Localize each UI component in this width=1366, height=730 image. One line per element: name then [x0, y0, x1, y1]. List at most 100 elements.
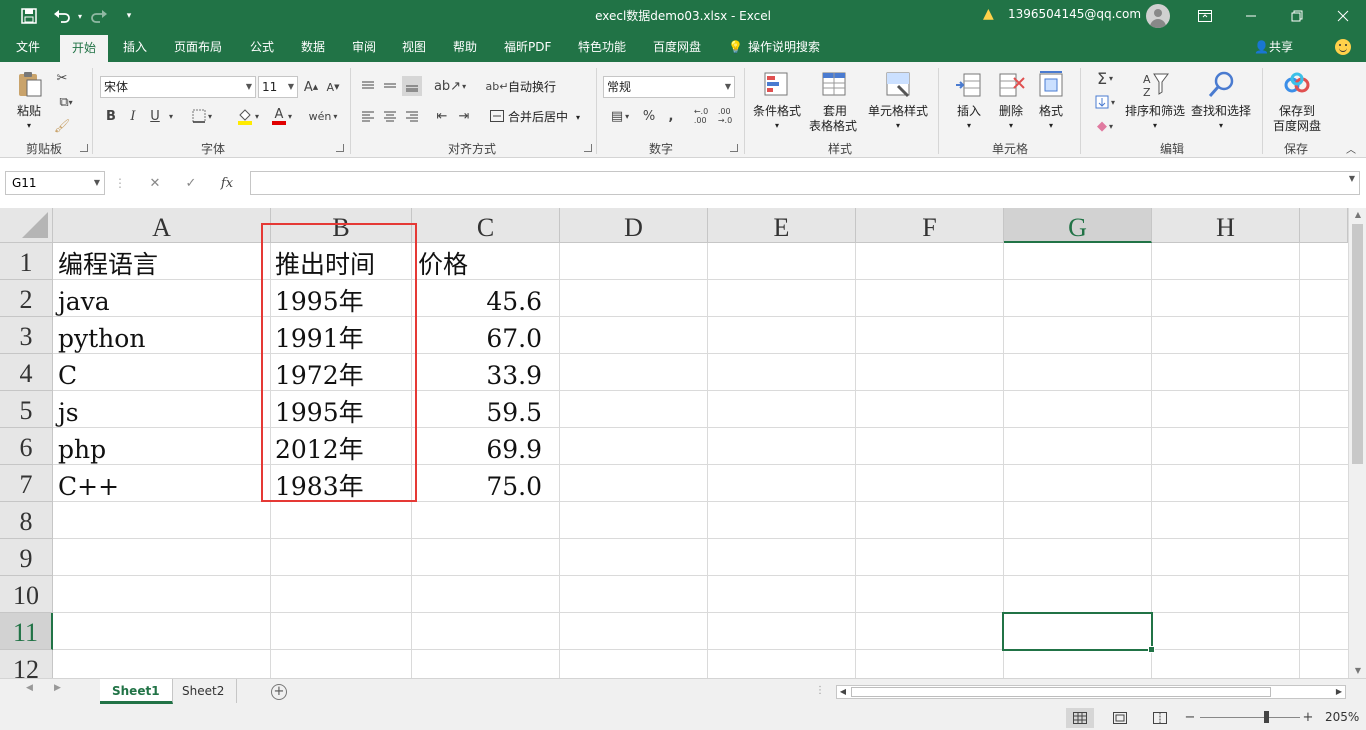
wrap-text-icon[interactable]: ab↵ [486, 76, 509, 96]
normal-view-icon[interactable] [1066, 708, 1094, 728]
decrease-indent-icon[interactable]: ⇤ [432, 106, 452, 126]
cell-c2[interactable]: 45.6 [412, 284, 542, 321]
row-header-4[interactable]: 4 [0, 354, 53, 391]
insert-cells-icon[interactable] [954, 70, 984, 100]
alignment-launcher-icon[interactable] [584, 144, 592, 152]
sort-filter-label[interactable]: 排序和筛选 [1124, 104, 1186, 119]
autosum-icon[interactable]: Σ ▾ [1090, 68, 1120, 88]
active-cell-g11[interactable] [1002, 612, 1155, 653]
clear-icon[interactable]: ◆ ▾ [1090, 116, 1120, 136]
warning-icon[interactable]: ▲ [983, 6, 994, 22]
tab-home[interactable]: 开始 [60, 35, 109, 62]
align-center-icon[interactable] [380, 106, 400, 126]
cell-a4[interactable]: C [58, 358, 77, 395]
horizontal-scroll-thumb[interactable] [851, 687, 1271, 697]
cell-c7[interactable]: 75.0 [412, 469, 542, 506]
expand-formula-bar-icon[interactable]: ▼ [1349, 174, 1355, 183]
worksheet-grid[interactable]: A B C D E F G H 1 2 3 4 5 6 7 8 9 10 11 … [0, 208, 1366, 678]
row-header-10[interactable]: 10 [0, 576, 53, 613]
format-as-table-label-2[interactable]: 表格格式 [802, 119, 864, 134]
phonetic-guide-icon[interactable]: wén ▾ [306, 106, 340, 126]
font-launcher-icon[interactable] [336, 144, 344, 152]
row-header-8[interactable]: 8 [0, 502, 53, 539]
account-email[interactable]: 1396504145@qq.com [1008, 7, 1141, 21]
wrap-text-label[interactable]: 自动换行 [508, 80, 556, 95]
delete-dropdown-icon[interactable]: ▾ [994, 118, 1028, 133]
cell-a7[interactable]: C++ [58, 469, 119, 506]
save-to-baidu-label-1[interactable]: 保存到 [1268, 104, 1326, 119]
zoom-out-icon[interactable]: − [1184, 710, 1196, 725]
cell-c1[interactable]: 价格 [418, 247, 468, 284]
font-size-combo[interactable]: 11 ▼ [258, 76, 298, 98]
format-cells-icon[interactable] [1036, 70, 1066, 100]
drag-handle-icon[interactable]: ⋮ [114, 175, 126, 191]
cancel-icon[interactable]: ✕ [137, 176, 173, 191]
fill-color-icon[interactable]: ▾ [232, 106, 264, 126]
vertical-scrollbar[interactable]: ▲ ▼ [1348, 208, 1366, 678]
cell-c6[interactable]: 69.9 [412, 432, 542, 469]
delete-cells-icon[interactable] [996, 70, 1026, 100]
tab-data[interactable]: 数据 [289, 32, 337, 62]
insert-function-icon[interactable]: fx [209, 176, 245, 191]
tell-me-search[interactable]: 💡 操作说明搜索 [728, 32, 820, 62]
select-all-button[interactable] [0, 208, 53, 243]
vertical-scroll-thumb[interactable] [1352, 224, 1363, 464]
cell-a2[interactable]: java [58, 284, 110, 321]
paste-label[interactable]: 粘贴 [14, 104, 44, 119]
restore-icon[interactable] [1274, 0, 1320, 32]
save-to-baidu-label-2[interactable]: 百度网盘 [1268, 119, 1326, 134]
column-header-f[interactable]: F [856, 208, 1004, 243]
column-header-e[interactable]: E [708, 208, 856, 243]
column-header-h[interactable]: H [1152, 208, 1300, 243]
align-right-icon[interactable] [402, 106, 422, 126]
align-left-icon[interactable] [358, 106, 378, 126]
scroll-right-icon[interactable]: ▶ [1333, 685, 1345, 699]
close-icon[interactable] [1320, 0, 1366, 32]
number-format-combo[interactable]: 常规 ▼ [603, 76, 735, 98]
page-layout-view-icon[interactable] [1106, 708, 1134, 728]
orientation-icon[interactable]: ab↗ ▾ [434, 76, 466, 96]
increase-indent-icon[interactable]: ⇥ [454, 106, 474, 126]
cell-a1[interactable]: 编程语言 [58, 247, 158, 284]
paste-dropdown-icon[interactable]: ▾ [14, 118, 44, 133]
fill-icon[interactable]: ▾ [1090, 92, 1120, 112]
clipboard-launcher-icon[interactable] [80, 144, 88, 152]
enter-icon[interactable]: ✓ [173, 176, 209, 191]
underline-dropdown-icon[interactable]: ▾ [166, 106, 176, 126]
underline-button[interactable]: U [146, 106, 164, 126]
minimize-icon[interactable] [1228, 0, 1274, 32]
format-cells-label[interactable]: 格式 [1034, 104, 1068, 119]
cell-a5[interactable]: js [58, 395, 79, 432]
align-middle-icon[interactable] [380, 76, 400, 96]
row-header-1[interactable]: 1 [0, 243, 53, 280]
column-header-partial[interactable] [1300, 208, 1348, 243]
format-as-table-icon[interactable] [820, 70, 850, 100]
bold-button[interactable]: B [102, 106, 120, 126]
row-header-12[interactable]: 12 [0, 650, 53, 678]
insert-cells-label[interactable]: 插入 [952, 104, 986, 119]
merge-dropdown-icon[interactable]: ▾ [576, 110, 580, 125]
merge-center-icon[interactable] [488, 106, 506, 126]
row-header-9[interactable]: 9 [0, 539, 53, 576]
scroll-up-icon[interactable]: ▲ [1349, 208, 1366, 222]
copy-icon[interactable]: ⧉ ▾ [52, 92, 80, 112]
cell-styles-icon[interactable] [884, 70, 914, 100]
tab-insert[interactable]: 插入 [111, 32, 159, 62]
percent-style-button[interactable]: % [640, 106, 658, 126]
merge-center-label[interactable]: 合并后居中 [508, 110, 568, 125]
next-sheet-icon[interactable]: ▶ [54, 683, 61, 693]
comma-style-button[interactable]: , [662, 106, 680, 126]
sheet-tab-1[interactable]: Sheet1 [100, 679, 173, 704]
share-button[interactable]: 👤共享 [1254, 32, 1293, 62]
zoom-level[interactable]: 205% [1325, 710, 1359, 724]
row-header-3[interactable]: 3 [0, 317, 53, 354]
previous-sheet-icon[interactable]: ◀ [26, 683, 33, 693]
cell-c5[interactable]: 59.5 [412, 395, 542, 432]
find-select-dropdown-icon[interactable]: ▾ [1188, 118, 1254, 133]
align-bottom-icon[interactable] [402, 76, 422, 96]
scroll-down-icon[interactable]: ▼ [1349, 664, 1366, 678]
sort-filter-icon[interactable]: AZ [1140, 70, 1170, 100]
tab-special-features[interactable]: 特色功能 [566, 32, 638, 62]
cell-styles-label[interactable]: 单元格样式 [866, 104, 930, 119]
sheet-tab-2[interactable]: Sheet2 [170, 679, 238, 703]
